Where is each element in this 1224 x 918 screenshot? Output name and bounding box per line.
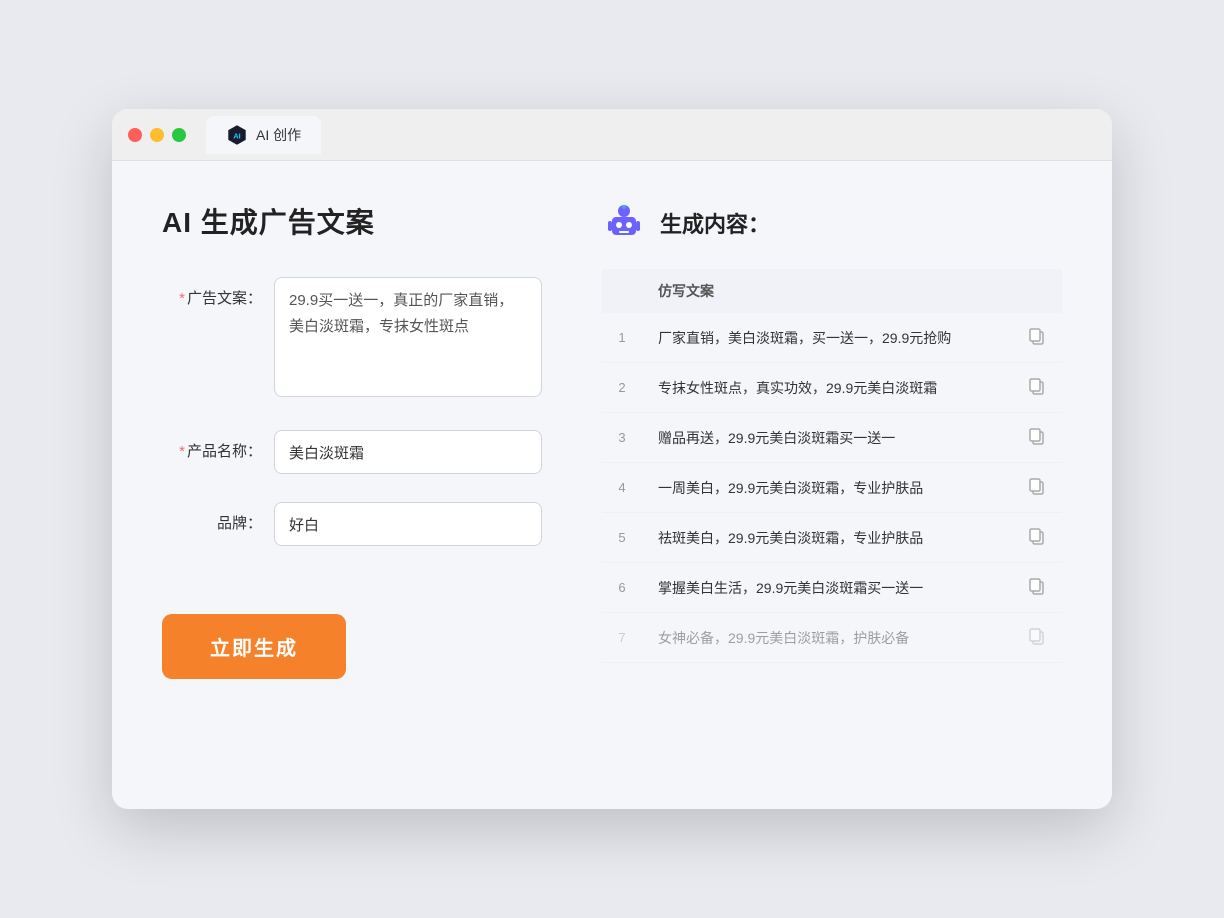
copy-text: 厂家直销，美白淡斑霜，买一送一，29.9元抢购 <box>642 313 1012 363</box>
brand-label: 品牌： <box>162 502 262 533</box>
row-number: 7 <box>602 613 642 663</box>
tab-label: AI 创作 <box>256 125 301 145</box>
ai-tab[interactable]: AI AI 创作 <box>206 116 321 154</box>
left-panel: AI 生成广告文案 *广告文案： 29.9买一送一，真正的厂家直销，美白淡斑霜，… <box>162 201 542 761</box>
copy-icon-button[interactable] <box>1028 527 1046 548</box>
copy-text: 专抹女性斑点，真实功效，29.9元美白淡斑霜 <box>642 363 1012 413</box>
copy-text: 掌握美白生活，29.9元美白淡斑霜买一送一 <box>642 563 1012 613</box>
action-header <box>1012 269 1062 313</box>
minimize-button[interactable] <box>150 128 164 142</box>
copy-text: 赠品再送，29.9元美白淡斑霜买一送一 <box>642 413 1012 463</box>
product-name-label: *产品名称： <box>162 430 262 461</box>
copy-icon <box>1028 377 1046 395</box>
browser-window: AI AI 创作 AI 生成广告文案 *广告文案： 29.9买一送一，真正的厂家… <box>112 109 1112 809</box>
table-row: 5祛斑美白，29.9元美白淡斑霜，专业护肤品 <box>602 513 1062 563</box>
right-title: 生成内容： <box>660 207 770 239</box>
copy-header: 仿写文案 <box>642 269 1012 313</box>
copy-icon <box>1028 327 1046 345</box>
brand-group: 品牌： <box>162 502 542 546</box>
maximize-button[interactable] <box>172 128 186 142</box>
ad-copy-label: *广告文案： <box>162 277 262 308</box>
table-row: 6掌握美白生活，29.9元美白淡斑霜买一送一 <box>602 563 1062 613</box>
copy-icon <box>1028 627 1046 645</box>
copy-button-cell <box>1012 513 1062 563</box>
copy-button-cell <box>1012 313 1062 363</box>
row-number: 2 <box>602 363 642 413</box>
close-button[interactable] <box>128 128 142 142</box>
copy-icon <box>1028 527 1046 545</box>
copy-icon-button[interactable] <box>1028 477 1046 498</box>
product-name-input-wrap <box>274 430 542 474</box>
right-panel: 生成内容： 仿写文案 1厂家直销，美白淡斑霜，买一送一，29.9元抢购 2专抹女… <box>602 201 1062 761</box>
row-number: 4 <box>602 463 642 513</box>
results-table: 仿写文案 1厂家直销，美白淡斑霜，买一送一，29.9元抢购 2专抹女性斑点，真实… <box>602 269 1062 663</box>
required-star-1: * <box>179 290 185 307</box>
copy-text: 一周美白，29.9元美白淡斑霜，专业护肤品 <box>642 463 1012 513</box>
copy-icon <box>1028 477 1046 495</box>
ad-copy-textarea[interactable]: 29.9买一送一，真正的厂家直销，美白淡斑霜，专抹女性斑点 <box>274 277 542 397</box>
row-number: 6 <box>602 563 642 613</box>
svg-text:AI: AI <box>233 131 240 140</box>
product-name-input[interactable] <box>274 430 542 474</box>
brand-input-wrap <box>274 502 542 546</box>
generate-button[interactable]: 立即生成 <box>162 614 346 679</box>
copy-button-cell <box>1012 463 1062 513</box>
copy-button-cell <box>1012 613 1062 663</box>
copy-text: 祛斑美白，29.9元美白淡斑霜，专业护肤品 <box>642 513 1012 563</box>
robot-icon <box>602 201 646 245</box>
copy-icon-button[interactable] <box>1028 577 1046 598</box>
brand-input[interactable] <box>274 502 542 546</box>
copy-icon <box>1028 577 1046 595</box>
table-row: 7女神必备，29.9元美白淡斑霜，护肤必备 <box>602 613 1062 663</box>
table-row: 1厂家直销，美白淡斑霜，买一送一，29.9元抢购 <box>602 313 1062 363</box>
copy-icon <box>1028 427 1046 445</box>
table-row: 4一周美白，29.9元美白淡斑霜，专业护肤品 <box>602 463 1062 513</box>
row-number: 3 <box>602 413 642 463</box>
page-title: AI 生成广告文案 <box>162 201 542 241</box>
table-row: 3赠品再送，29.9元美白淡斑霜买一送一 <box>602 413 1062 463</box>
ai-tab-icon: AI <box>226 124 248 146</box>
row-number: 1 <box>602 313 642 363</box>
copy-icon-button[interactable] <box>1028 427 1046 448</box>
main-content: AI 生成广告文案 *广告文案： 29.9买一送一，真正的厂家直销，美白淡斑霜，… <box>112 161 1112 801</box>
copy-text: 女神必备，29.9元美白淡斑霜，护肤必备 <box>642 613 1012 663</box>
traffic-lights <box>128 128 186 142</box>
titlebar: AI AI 创作 <box>112 109 1112 161</box>
copy-icon-button[interactable] <box>1028 377 1046 398</box>
copy-button-cell <box>1012 563 1062 613</box>
ad-copy-group: *广告文案： 29.9买一送一，真正的厂家直销，美白淡斑霜，专抹女性斑点 <box>162 277 542 402</box>
ad-copy-input-wrap: 29.9买一送一，真正的厂家直销，美白淡斑霜，专抹女性斑点 <box>274 277 542 402</box>
required-star-2: * <box>179 443 185 460</box>
copy-icon-button[interactable] <box>1028 627 1046 648</box>
product-name-group: *产品名称： <box>162 430 542 474</box>
num-header <box>602 269 642 313</box>
row-number: 5 <box>602 513 642 563</box>
copy-button-cell <box>1012 363 1062 413</box>
copy-icon-button[interactable] <box>1028 327 1046 348</box>
copy-button-cell <box>1012 413 1062 463</box>
right-header: 生成内容： <box>602 201 1062 245</box>
table-row: 2专抹女性斑点，真实功效，29.9元美白淡斑霜 <box>602 363 1062 413</box>
